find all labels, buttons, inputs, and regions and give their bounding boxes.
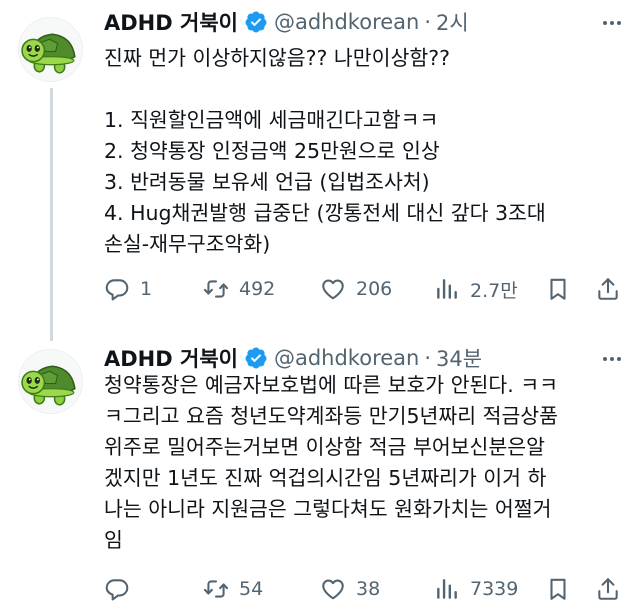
tweet-text: 진짜 먼가 이상하지않음?? 나만이상함?? 1. 직원할인금액에 세금매긴다고… [104,43,624,260]
thread-connector-line [50,88,53,341]
tweet-text-line: 2. 청약통장 인정금액 25만원으로 인상 [104,139,440,163]
author-handle[interactable]: @adhdkorean [274,346,419,370]
share-button[interactable] [595,572,621,606]
reply-icon [105,279,129,301]
tweet-actions-bar: 54 38 7339 [104,572,628,606]
tweet-text-line: 청약통장은 예금자보호법에 따른 보호가 안된다. ㅋㅋ [104,373,559,397]
tweet-header: ADHD 거북이 @adhdkorean · 2시 [104,6,469,38]
views-count: 7339 [470,578,519,600]
share-icon [598,578,618,600]
tweet-text-line: 나는 아니라 지원금은 그렇다쳐도 원화가치는 어쩔거 [104,497,552,521]
tweet-text-line: 3. 반려동물 보유세 언급 (입법조사처) [104,170,430,194]
tweet-text-line: 1. 직원할인금액에 세금매긴다고함ㅋㅋ [104,108,439,132]
views-count: 2.7만 [470,279,518,302]
tweet-text-line: ㅋ그리고 요즘 청년도약계좌등 만기5년짜리 적금상품 [104,404,559,428]
heart-icon [322,279,344,300]
tweet-text-line [104,74,624,105]
separator-dot: · [424,346,432,370]
like-button[interactable]: 38 [320,572,380,606]
retweet-count: 492 [239,278,276,300]
share-icon [598,278,618,300]
tweet[interactable]: ADHD 거북이 @adhdkorean · 34분 청약통장은 예금자보호법에… [0,335,640,608]
tweet-text: 청약통장은 예금자보호법에 따른 보호가 안된다. ㅋㅋ ㅋ그리고 요즘 청년도… [104,370,624,556]
bookmark-icon [550,578,566,600]
reply-button[interactable] [104,572,140,606]
share-button[interactable] [595,272,621,306]
verified-badge-icon [244,346,268,370]
bookmark-button[interactable] [545,572,571,606]
avatar[interactable] [18,17,83,82]
like-button[interactable]: 206 [320,272,392,306]
heart-icon [322,579,344,600]
bookmark-icon [550,278,566,300]
retweet-icon [203,580,229,598]
retweet-button[interactable]: 492 [203,272,275,306]
views-button[interactable]: 2.7만 [434,272,518,306]
views-chart-icon [437,579,457,599]
reply-button[interactable]: 1 [104,272,152,306]
more-options-icon[interactable] [598,345,626,373]
avatar[interactable] [18,349,83,414]
author-name[interactable]: ADHD 거북이 [104,343,238,373]
retweet-count: 54 [239,578,264,600]
tweet-text-line: 진짜 먼가 이상하지않음?? 나만이상함?? [104,46,450,70]
tweet-text-line: 4. Hug채권발행 급중단 (깡통전세 대신 갚다 3조대 [104,201,546,225]
retweet-icon [203,280,229,298]
like-count: 38 [356,578,381,600]
more-options-icon[interactable] [598,9,626,37]
author-name[interactable]: ADHD 거북이 [104,7,238,37]
tweet-actions-bar: 1 492 206 2.7만 [104,272,628,306]
tweet[interactable]: ADHD 거북이 @adhdkorean · 2시 진짜 먼가 이상하지않음??… [0,0,640,341]
tweet-text-line: 손실-재무구조악화) [104,232,271,256]
turtle-avatar-icon [19,350,82,413]
reply-count: 1 [140,278,153,300]
views-button[interactable]: 7339 [434,572,518,606]
bookmark-button[interactable] [545,272,571,306]
separator-dot: · [424,10,432,34]
timestamp[interactable]: 2시 [436,7,469,37]
views-chart-icon [437,279,457,299]
author-handle[interactable]: @adhdkorean [274,10,419,34]
like-count: 206 [356,278,393,300]
verified-badge-icon [244,10,268,34]
retweet-button[interactable]: 54 [203,572,263,606]
tweet-text-line: 위주로 밀어주는거보면 이상함 적금 부어보신분은알 [104,435,545,459]
turtle-avatar-icon [19,18,82,81]
tweet-text-line: 겠지만 1년도 진짜 억겁의시간임 5년짜리가 이거 하 [104,466,547,490]
tweet-text-line: 임 [104,528,123,552]
reply-icon [105,579,129,601]
timestamp[interactable]: 34분 [436,343,482,373]
